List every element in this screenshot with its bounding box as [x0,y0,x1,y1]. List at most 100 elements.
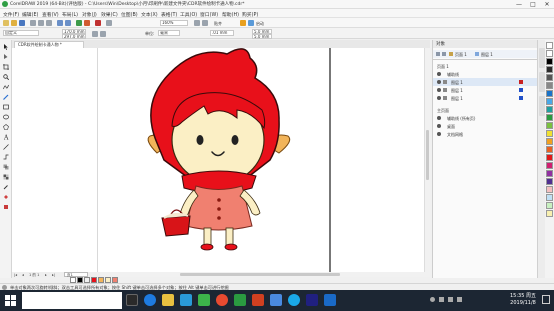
docker-row[interactable]: 主页面 [433,106,545,114]
drawing-canvas[interactable] [12,48,430,272]
full-screen-icon[interactable] [106,20,112,26]
nudge-distance-field[interactable]: .01 mm [210,30,234,36]
units-select[interactable]: 毫米 [158,30,180,36]
menu-file[interactable]: 文件(F) [3,11,19,18]
last-page-button[interactable]: ▸| [52,273,55,277]
page-height-field[interactable]: 297.0 mm [62,33,86,39]
network-icon[interactable] [439,297,444,302]
page-preset-select[interactable]: 自定义 [3,30,39,36]
menu-help[interactable]: 帮助(H) [222,11,239,18]
minimize-button[interactable]: — [512,0,526,9]
undo-icon[interactable] [57,20,63,26]
interactive-fill-icon[interactable] [3,194,9,200]
printer-icon[interactable] [443,80,447,84]
menu-purchase[interactable]: 购买(P) [242,11,258,18]
eye-icon[interactable] [437,132,441,136]
coreldraw-taskbar-icon[interactable] [234,294,246,306]
docker-row[interactable]: 文档网格 [433,130,545,138]
palette-color[interactable] [546,146,553,153]
palette-none[interactable] [546,42,553,49]
windows-start-icon[interactable] [5,295,16,306]
menu-effects[interactable]: 效果(C) [101,11,118,18]
document-tab[interactable]: CDR软件绘制卡通人物 * [14,41,84,48]
vertical-scroll-thumb[interactable] [426,130,429,180]
palette-color[interactable] [546,50,553,57]
app-icon[interactable] [288,294,300,306]
media-player-icon[interactable] [216,294,228,306]
menu-object[interactable]: 对象(J) [82,11,97,18]
cut-icon[interactable] [30,20,36,26]
docker-row[interactable]: 图层 1 [433,78,545,86]
palette-color[interactable] [546,74,553,81]
copy-icon[interactable] [38,20,44,26]
qq-icon[interactable] [270,294,282,306]
system-tray[interactable] [430,297,490,303]
duplicate-y-field[interactable]: 5.0 mm [252,33,272,39]
palette-color[interactable] [546,114,553,121]
eye-icon[interactable] [437,124,441,128]
text-tool-icon[interactable]: A [3,134,9,141]
ellipse-tool-icon[interactable] [3,114,9,120]
menu-layout[interactable]: 布局(L) [62,11,78,18]
palette-color[interactable] [546,66,553,73]
vertical-scrollbar[interactable] [424,48,430,272]
maximize-button[interactable]: □ [526,0,540,9]
eye-icon[interactable] [437,88,441,92]
menu-window[interactable]: 窗口(W) [200,11,218,18]
portrait-icon[interactable] [92,30,98,37]
export-icon[interactable] [84,20,90,26]
layer-manager-icon[interactable] [436,52,440,56]
palette-color[interactable] [546,130,553,137]
palette-color[interactable] [546,154,553,161]
palette-color[interactable] [546,90,553,97]
crop-tool-icon[interactable] [3,64,9,70]
next-page-button[interactable]: ▸ [45,273,47,277]
powerpoint-icon[interactable] [252,294,264,306]
menu-edit[interactable]: 编辑(E) [22,11,38,18]
palette-color[interactable] [546,170,553,177]
menu-table[interactable]: 表格(T) [161,11,177,18]
pdf-icon[interactable] [95,20,101,26]
grid-icon[interactable] [194,20,200,26]
browser-icon[interactable] [144,294,156,306]
drop-shadow-icon[interactable] [3,164,9,170]
view-options-icon[interactable] [442,52,446,56]
palette-color[interactable] [546,138,553,145]
input-method-icon[interactable] [457,297,462,302]
eye-icon[interactable] [437,72,441,76]
tray-icon[interactable] [430,297,435,302]
redo-icon[interactable] [65,20,71,26]
launch-label[interactable]: 启动 [256,21,264,27]
docker-row[interactable]: 图层 1 [433,86,545,94]
artistic-media-icon[interactable] [3,94,9,100]
taskbar-search-box[interactable] [22,292,122,309]
docker-row[interactable]: 辅助线 (所有页) [433,114,545,122]
docker-row[interactable]: 桌面 [433,122,545,130]
menu-view[interactable]: 查看(V) [42,11,59,18]
connector-tool-icon[interactable] [3,154,9,160]
close-button[interactable]: ✕ [540,0,554,9]
app-icon[interactable] [306,294,318,306]
import-icon[interactable] [76,20,82,26]
taskbar-clock[interactable]: 15:35 周五 2019/11/8 [510,293,536,307]
menu-text[interactable]: 文本(X) [141,11,158,18]
horizontal-scroll-thumb[interactable] [180,273,340,276]
eye-icon[interactable] [437,96,441,100]
rectangle-tool-icon[interactable] [3,104,9,110]
save-icon[interactable] [19,20,25,26]
parallel-dimension-icon[interactable] [3,144,9,150]
palette-color[interactable] [546,106,553,113]
palette-color[interactable] [546,98,553,105]
volume-icon[interactable] [448,297,453,302]
landscape-icon[interactable] [100,30,106,37]
palette-color[interactable] [546,82,553,89]
palette-color[interactable] [546,162,553,169]
word-icon[interactable] [324,294,336,306]
launch-icon[interactable] [248,20,254,26]
shape-tool-icon[interactable] [3,54,9,60]
gear-icon[interactable] [240,20,246,26]
store-icon[interactable] [180,294,192,306]
palette-color[interactable] [546,210,553,217]
paste-icon[interactable] [46,20,52,26]
menu-tools[interactable]: 工具(O) [180,11,197,18]
